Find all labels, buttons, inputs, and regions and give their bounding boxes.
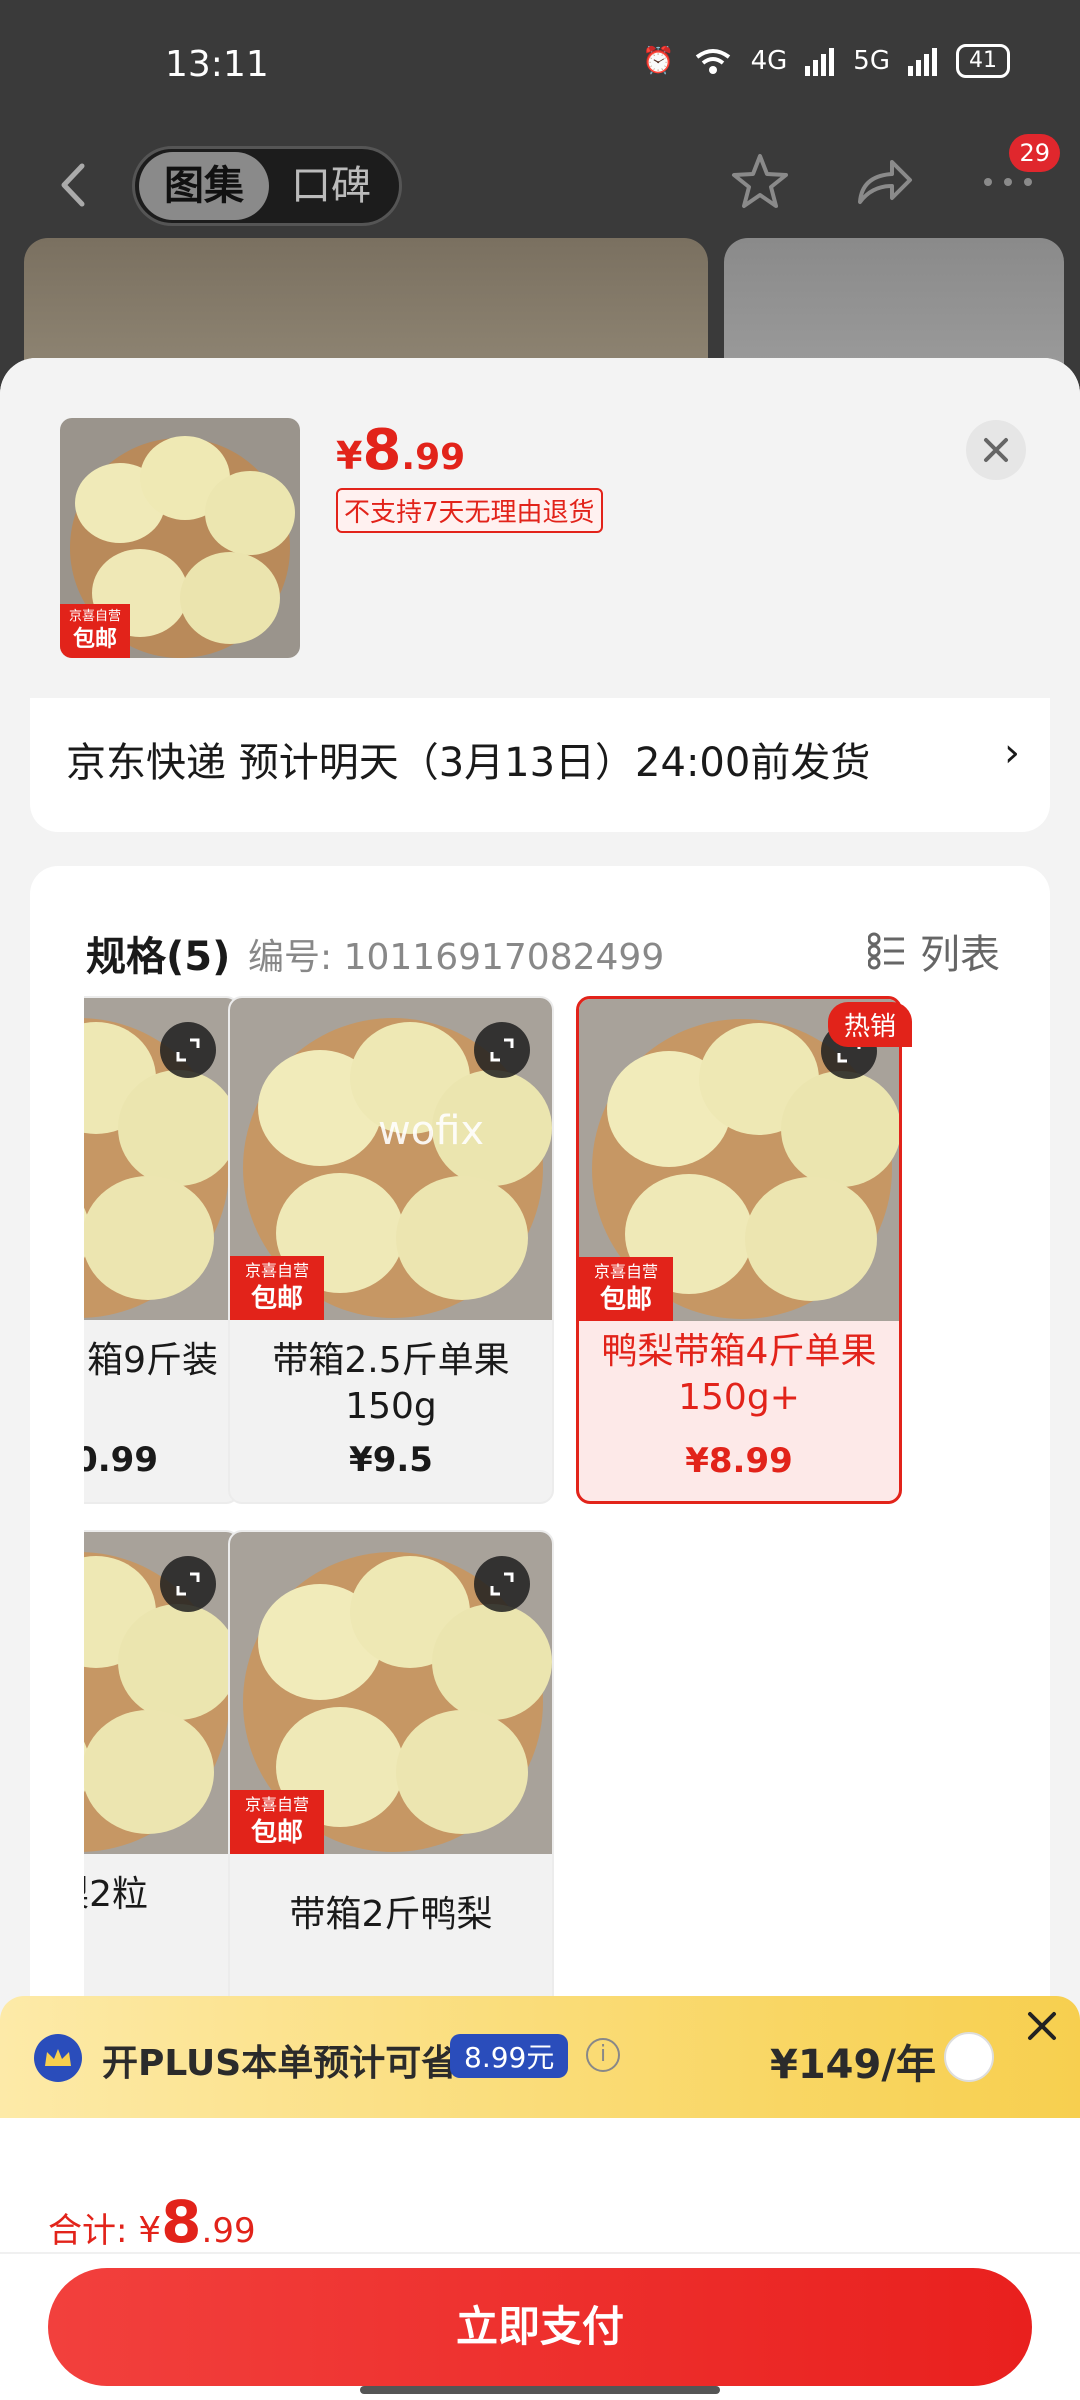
tab-reviews[interactable]: 口碑 xyxy=(291,149,371,223)
share-icon[interactable] xyxy=(852,150,916,214)
signal-bars-icon xyxy=(805,48,835,76)
spec-grid: 箱9斤装 20.99 wofix 京喜自营 包邮 带箱2.5斤单果150g ¥9… xyxy=(84,996,1014,2076)
spec-tile[interactable]: 箱9斤装 20.99 xyxy=(84,996,240,1504)
price-currency: ¥ xyxy=(336,434,363,478)
pay-now-button[interactable]: 立即支付 xyxy=(48,2268,1032,2386)
spec-tile[interactable]: 梨2粒 xyxy=(84,1530,240,2038)
status-time: 13:11 xyxy=(165,44,269,85)
spec-price: ¥8.99 xyxy=(685,1441,793,1481)
info-icon[interactable]: i xyxy=(586,2038,620,2072)
expand-icon[interactable] xyxy=(474,1556,530,1612)
tag-bottom-text: 包邮 xyxy=(599,1285,652,1315)
spec-name: 梨2粒 xyxy=(84,1874,148,1915)
plus-select-radio[interactable] xyxy=(944,2032,994,2082)
watermark-text: wofix xyxy=(378,1108,485,1154)
home-indicator xyxy=(360,2386,720,2394)
product-thumbnail: 京喜自营 包邮 xyxy=(60,418,300,658)
tab-gallery[interactable]: 图集 xyxy=(139,152,269,220)
spec-name: 带箱2斤鸭梨 xyxy=(289,1894,493,1935)
plus-promo-text: 开PLUS本单预计可省 xyxy=(102,2043,458,2084)
self-operated-tag: 京喜自营 包邮 xyxy=(60,604,130,658)
list-label: 列表 xyxy=(920,932,1000,978)
expand-icon[interactable] xyxy=(160,1022,216,1078)
shipping-text: 京东快递 预计明天（3月13日）24:00前发货 xyxy=(66,740,871,786)
divider xyxy=(0,2252,1080,2254)
expand-icon[interactable] xyxy=(474,1022,530,1078)
total-label: 合计: xyxy=(48,2211,139,2251)
tag-top-text: 京喜自营 xyxy=(68,609,121,624)
spec-tile-selected[interactable]: 京喜自营 包邮 鸭梨带箱4斤单果150g+ ¥8.99 xyxy=(576,996,902,1504)
total-price: 合计: ¥8.99 xyxy=(48,2188,256,2256)
tag-bottom-text: 包邮 xyxy=(250,1284,303,1314)
total-currency: ¥ xyxy=(138,2210,162,2251)
spec-tile[interactable]: wofix 京喜自营 包邮 带箱2.5斤单果150g ¥9.5 xyxy=(228,996,554,1504)
spec-name: 鸭梨带箱4斤单果150g+ xyxy=(601,1331,877,1418)
message-count-badge: 29 xyxy=(1009,134,1060,172)
signal-4g-icon: 4G xyxy=(750,46,788,76)
total-decimal: .99 xyxy=(201,2211,256,2251)
nav-actions xyxy=(728,150,1040,214)
gallery-review-toggle: 图集 口碑 xyxy=(132,146,402,226)
checkout-bar: 合计: ¥8.99 立即支付 xyxy=(0,2118,1080,2400)
no-return-badge: 不支持7天无理由退货 xyxy=(336,488,603,533)
close-icon xyxy=(984,438,1008,462)
self-operated-tag: 京喜自营 包邮 xyxy=(579,1257,673,1321)
gallery-image xyxy=(724,238,1064,368)
self-operated-tag: 京喜自营 包邮 xyxy=(230,1256,324,1320)
tag-bottom-text: 包邮 xyxy=(72,627,117,652)
tag-top-text: 京喜自营 xyxy=(244,1261,309,1280)
plus-promo-bar: 开PLUS本单预计可省 8.99元 i ¥149/年 xyxy=(0,1996,1080,2118)
plus-annual-price: ¥149/年 xyxy=(770,2042,936,2088)
spec-name: 箱9斤装 xyxy=(87,1340,218,1381)
list-view-toggle[interactable]: 列表 xyxy=(868,922,1000,980)
hot-sale-badge: 热销 xyxy=(828,1002,913,1047)
expand-icon[interactable] xyxy=(160,1556,216,1612)
crown-icon xyxy=(34,2034,82,2082)
spec-tile[interactable]: 京喜自营 包邮 带箱2斤鸭梨 xyxy=(228,1530,554,2038)
back-arrow-icon[interactable] xyxy=(50,160,100,210)
gallery-image xyxy=(24,238,708,368)
price-decimal: .99 xyxy=(401,437,466,478)
list-icon xyxy=(868,932,904,970)
status-bar: 13:11 ⏰ 4G 5G 41 xyxy=(0,0,1080,120)
tag-top-text: 京喜自营 xyxy=(593,1262,658,1281)
star-icon[interactable] xyxy=(728,150,792,214)
tag-top-text: 京喜自营 xyxy=(244,1795,309,1814)
chevron-right-icon: › xyxy=(1004,730,1020,776)
unit-price: ¥8.99 xyxy=(336,418,465,483)
wifi-icon xyxy=(695,49,730,74)
alarm-icon: ⏰ xyxy=(642,46,675,76)
spec-price: 20.99 xyxy=(84,1440,158,1480)
close-icon[interactable] xyxy=(1020,2004,1064,2048)
signal-5g-icon: 5G xyxy=(853,46,890,76)
total-integer: 8 xyxy=(161,2188,202,2256)
spec-title: 规格(5) xyxy=(86,934,231,980)
signal-bars-icon xyxy=(908,48,937,76)
sheet-header: 京喜自营 包邮 ¥8.99 不支持7天无理由退货 xyxy=(0,358,1080,698)
tag-bottom-text: 包邮 xyxy=(250,1818,303,1848)
spec-price: ¥9.5 xyxy=(349,1440,433,1480)
product-code: 编号: 10116917082499 xyxy=(248,937,665,978)
top-nav: 图集 口碑 29 xyxy=(0,134,1080,230)
spec-name: 带箱2.5斤单果150g xyxy=(272,1340,510,1427)
shipping-row[interactable]: 京东快递 预计明天（3月13日）24:00前发货 › xyxy=(30,696,1050,832)
price-integer: 8 xyxy=(362,418,402,483)
self-operated-tag: 京喜自营 包邮 xyxy=(230,1790,324,1854)
status-icons: ⏰ 4G 5G 41 xyxy=(642,44,1010,78)
close-sheet-button[interactable] xyxy=(966,420,1026,480)
plus-savings-badge: 8.99元 xyxy=(450,2034,569,2078)
battery-icon: 41 xyxy=(956,44,1010,78)
